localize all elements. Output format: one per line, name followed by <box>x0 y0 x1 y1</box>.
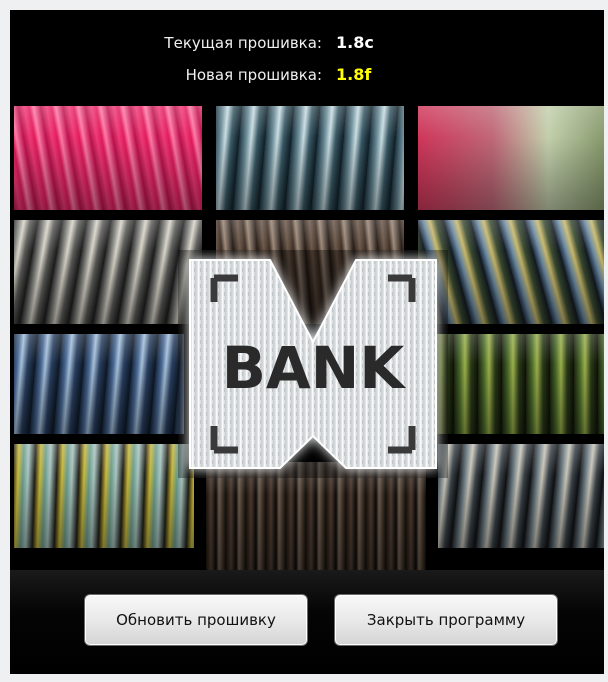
new-firmware-value: 1.8f <box>336 65 372 84</box>
m-bank-logo: BANK <box>178 250 448 478</box>
current-firmware-label: Текущая прошивка: <box>164 34 322 52</box>
wall-tile <box>216 106 404 210</box>
wall-tile <box>14 106 202 210</box>
new-firmware-label: Новая прошивка: <box>185 66 322 84</box>
current-firmware-row: Текущая прошивка: 1.8c <box>10 32 604 56</box>
update-firmware-button[interactable]: Обновить прошивку <box>84 594 308 646</box>
wall-tile <box>438 444 604 548</box>
wall-tile <box>206 462 426 572</box>
wall-tile <box>14 220 202 324</box>
wall-tile <box>430 334 604 434</box>
logo-text: BANK <box>222 334 407 402</box>
current-firmware-value: 1.8c <box>336 33 374 52</box>
updater-window: Текущая прошивка: 1.8c Новая прошивка: 1… <box>10 10 604 674</box>
wall-tile <box>14 334 184 434</box>
new-firmware-row: Новая прошивка: 1.8f <box>10 64 604 88</box>
wall-tile <box>418 106 604 210</box>
wall-tile <box>14 444 194 548</box>
close-program-button[interactable]: Закрыть программу <box>334 594 558 646</box>
